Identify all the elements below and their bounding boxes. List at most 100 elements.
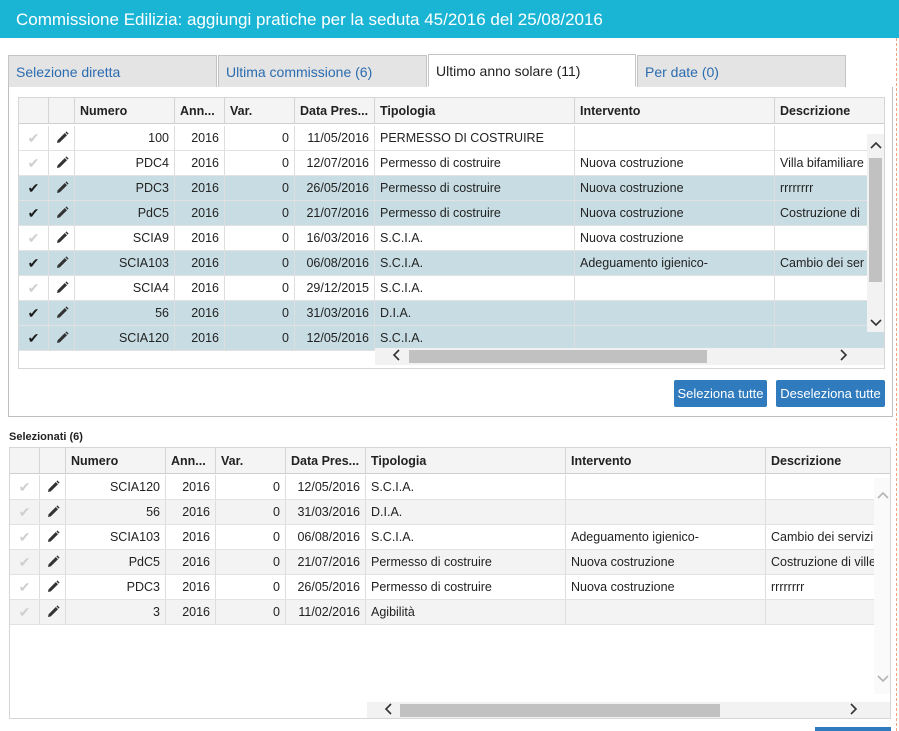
vertical-scrollbar[interactable] xyxy=(874,478,890,694)
check-icon[interactable]: ✔ xyxy=(19,151,49,175)
check-icon[interactable]: ✔ xyxy=(19,251,49,275)
pencil-icon[interactable] xyxy=(49,201,75,225)
column-header-intervento[interactable]: Intervento xyxy=(575,98,775,124)
cell-var: 0 xyxy=(225,151,295,175)
check-icon[interactable]: ✔ xyxy=(10,475,40,499)
horizontal-scroll-thumb[interactable] xyxy=(409,350,707,363)
check-icon[interactable]: ✔ xyxy=(19,126,49,150)
check-icon[interactable]: ✔ xyxy=(10,575,40,599)
chevron-up-icon[interactable] xyxy=(874,486,890,503)
select-all-button[interactable]: Seleziona tutte xyxy=(674,380,767,407)
horizontal-scrollbar[interactable] xyxy=(375,348,884,365)
pencil-icon[interactable] xyxy=(49,151,75,175)
cell-var: 0 xyxy=(225,326,295,350)
check-icon[interactable]: ✔ xyxy=(19,276,49,300)
tab-per-date[interactable]: Per date (0) xyxy=(637,55,846,88)
check-icon[interactable]: ✔ xyxy=(19,301,49,325)
column-header-numero[interactable]: Numero xyxy=(66,448,166,474)
cell-data-presentazione: 31/03/2016 xyxy=(295,301,375,325)
chevron-down-icon[interactable] xyxy=(874,670,890,687)
cell-intervento: Adeguamento igienico- xyxy=(575,251,775,275)
chevron-down-icon[interactable] xyxy=(867,314,884,331)
pencil-icon[interactable] xyxy=(40,600,66,624)
table-row[interactable]: ✔ PdC5 2016 0 21/07/2016 Permesso di costruir… xyxy=(19,201,884,226)
chevron-left-icon[interactable] xyxy=(387,348,404,365)
check-icon[interactable]: ✔ xyxy=(19,176,49,200)
table-row[interactable]: ✔ SCIA4 2016 0 29/12/2015 S.C.I.A. xyxy=(19,276,884,301)
column-header-check[interactable] xyxy=(10,448,40,474)
pencil-icon[interactable] xyxy=(40,500,66,524)
tab-ultima-commissione[interactable]: Ultima commissione (6) xyxy=(218,55,427,88)
cell-tipologia: S.C.I.A. xyxy=(375,226,575,250)
column-header-intervento[interactable]: Intervento xyxy=(566,448,766,474)
tab-ultimo-anno-solare[interactable]: Ultimo anno solare (11) xyxy=(428,54,636,87)
pencil-icon[interactable] xyxy=(40,525,66,549)
horizontal-scroll-thumb[interactable] xyxy=(400,704,720,717)
cell-anno: 2016 xyxy=(175,201,225,225)
column-header-descrizione[interactable]: Descrizione xyxy=(766,448,890,474)
table-row[interactable]: ✔ 56 2016 0 31/03/2016 D.I.A. xyxy=(19,301,884,326)
chevron-right-icon[interactable] xyxy=(835,348,852,365)
column-header-descrizione[interactable]: Descrizione xyxy=(775,98,884,124)
column-header-anno[interactable]: Ann... xyxy=(166,448,216,474)
deselect-all-button[interactable]: Deseleziona tutte xyxy=(776,380,885,407)
column-header-anno[interactable]: Ann... xyxy=(175,98,225,124)
check-icon[interactable]: ✔ xyxy=(10,600,40,624)
table-row[interactable]: ✔ PdC5 2016 0 21/07/2016 Permesso di costruir… xyxy=(10,550,890,575)
cell-intervento xyxy=(575,326,775,350)
cell-var: 0 xyxy=(225,301,295,325)
table-row[interactable]: ✔ PDC3 2016 0 26/05/2016 Permesso di costruir… xyxy=(19,176,884,201)
pencil-icon[interactable] xyxy=(49,301,75,325)
column-header-tipologia[interactable]: Tipologia xyxy=(366,448,566,474)
table-row[interactable]: ✔ PDC3 2016 0 26/05/2016 Permesso di costruir… xyxy=(10,575,890,600)
cell-data-presentazione: 21/07/2016 xyxy=(286,550,366,574)
pencil-icon[interactable] xyxy=(40,575,66,599)
pencil-icon[interactable] xyxy=(49,226,75,250)
check-icon[interactable]: ✔ xyxy=(10,525,40,549)
pencil-icon[interactable] xyxy=(40,475,66,499)
column-header-data-presentazione[interactable]: Data Pres... xyxy=(286,448,366,474)
column-header-edit[interactable] xyxy=(49,98,75,124)
tab-selezione-diretta[interactable]: Selezione diretta xyxy=(8,55,217,88)
cell-numero: PdC5 xyxy=(75,201,175,225)
column-header-numero[interactable]: Numero xyxy=(75,98,175,124)
table-row[interactable]: ✔ 3 2016 0 11/02/2016 Agibilità xyxy=(10,600,890,625)
chevron-right-icon[interactable] xyxy=(845,702,862,718)
cell-numero: SCIA9 xyxy=(75,226,175,250)
check-icon[interactable]: ✔ xyxy=(10,500,40,524)
check-icon[interactable]: ✔ xyxy=(19,201,49,225)
pencil-icon[interactable] xyxy=(49,126,75,150)
column-header-var[interactable]: Var. xyxy=(216,448,286,474)
vertical-scroll-thumb[interactable] xyxy=(869,158,882,282)
vertical-scrollbar[interactable] xyxy=(867,134,884,332)
table-row[interactable]: ✔ 56 2016 0 31/03/2016 D.I.A. xyxy=(10,500,890,525)
table-row[interactable]: ✔ SCIA103 2016 0 06/08/2016 S.C.I.A. Adeguamen… xyxy=(19,251,884,276)
column-header-edit[interactable] xyxy=(40,448,66,474)
pencil-icon[interactable] xyxy=(49,326,75,350)
pencil-icon[interactable] xyxy=(49,251,75,275)
table-row[interactable]: ✔ SCIA120 2016 0 12/05/2016 S.C.I.A. xyxy=(10,475,890,500)
chevron-left-icon[interactable] xyxy=(379,702,396,718)
check-icon[interactable]: ✔ xyxy=(19,326,49,350)
column-header-tipologia[interactable]: Tipologia xyxy=(375,98,575,124)
check-icon[interactable]: ✔ xyxy=(10,550,40,574)
horizontal-scrollbar[interactable] xyxy=(367,702,890,718)
cell-data-presentazione: 21/07/2016 xyxy=(295,201,375,225)
cell-data-presentazione: 12/05/2016 xyxy=(286,475,366,499)
cell-var: 0 xyxy=(225,276,295,300)
pencil-icon[interactable] xyxy=(49,176,75,200)
footer-button-edge[interactable] xyxy=(815,727,891,731)
cell-var: 0 xyxy=(225,126,295,150)
table-row[interactable]: ✔ SCIA9 2016 0 16/03/2016 S.C.I.A. Nuova costr… xyxy=(19,226,884,251)
chevron-up-icon[interactable] xyxy=(867,136,884,153)
table-row[interactable]: ✔ PDC4 2016 0 12/07/2016 Permesso di costruir… xyxy=(19,151,884,176)
column-header-check[interactable] xyxy=(19,98,49,124)
table-row[interactable]: ✔ SCIA103 2016 0 06/08/2016 S.C.I.A. Adeguamen… xyxy=(10,525,890,550)
column-header-data-presentazione[interactable]: Data Pres... xyxy=(295,98,375,124)
check-icon[interactable]: ✔ xyxy=(19,226,49,250)
column-header-var[interactable]: Var. xyxy=(225,98,295,124)
pencil-icon[interactable] xyxy=(40,550,66,574)
pencil-icon[interactable] xyxy=(49,276,75,300)
table-row[interactable]: ✔ 100 2016 0 11/05/2016 PERMESSO DI COSTRUIRE xyxy=(19,126,884,151)
cell-intervento xyxy=(575,126,775,150)
